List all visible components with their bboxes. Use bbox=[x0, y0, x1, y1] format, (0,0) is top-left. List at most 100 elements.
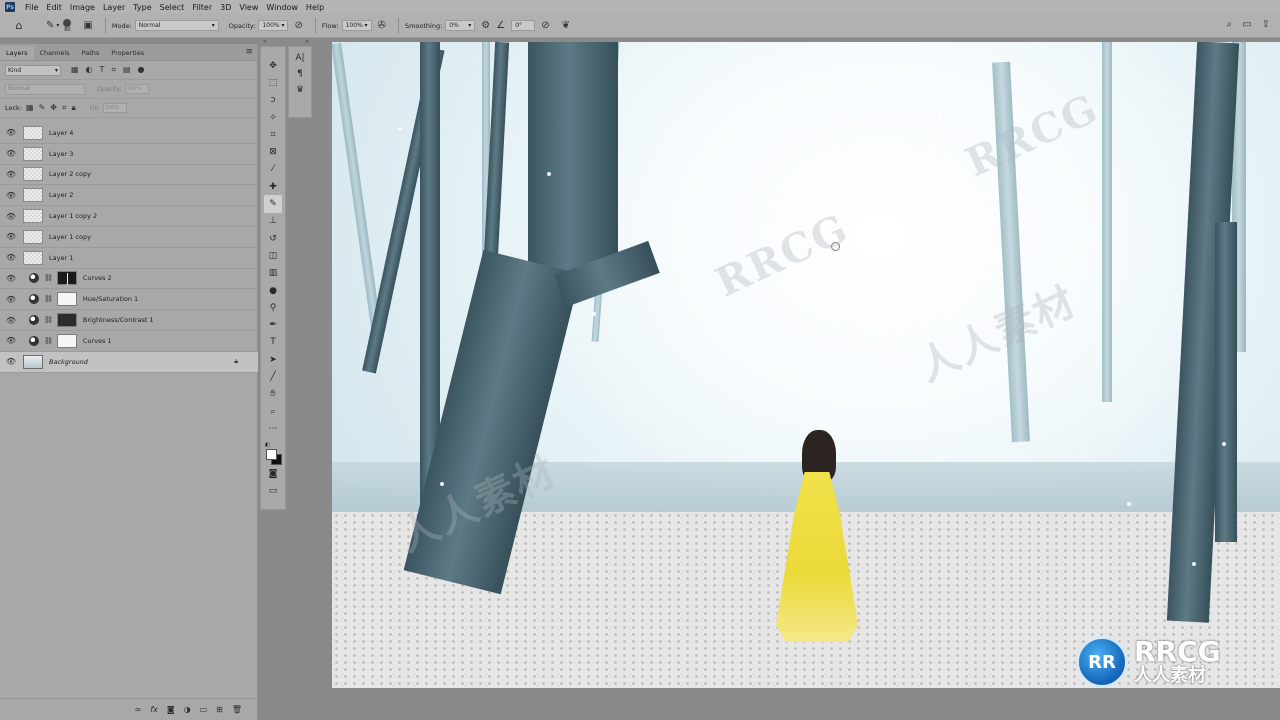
layer-row[interactable]: 👁︎ Background 🔒︎ bbox=[0, 351, 258, 373]
document-canvas[interactable]: RRCG RRCG 人人素材 人人素材 bbox=[332, 42, 1280, 688]
quick-mask-icon[interactable]: ◙ bbox=[264, 466, 282, 483]
brush-preset-picker[interactable]: 80 bbox=[63, 18, 72, 33]
visibility-eye-icon[interactable]: 👁︎ bbox=[5, 253, 17, 262]
blend-mode-select[interactable]: Normal bbox=[5, 83, 85, 95]
menu-select[interactable]: Select bbox=[156, 3, 189, 12]
frame-tool-icon[interactable]: ⊠ bbox=[264, 143, 282, 160]
layer-opacity-field[interactable]: 100% bbox=[124, 84, 149, 94]
character-panel-icon[interactable]: A| bbox=[295, 53, 304, 63]
tab-channels[interactable]: Channels bbox=[34, 46, 76, 60]
mode-select[interactable]: Normal ▾ bbox=[134, 20, 219, 31]
line-tool-icon[interactable]: ╱ bbox=[264, 368, 282, 385]
collapse-left-icon[interactable]: « bbox=[263, 38, 267, 45]
marquee-tool-icon[interactable]: ⬚ bbox=[264, 74, 282, 91]
gear-icon[interactable]: ⚙ bbox=[481, 20, 490, 31]
lock-all-icon[interactable]: 🔒︎ bbox=[72, 103, 76, 113]
more-tools-icon[interactable]: ··· bbox=[264, 420, 282, 437]
pressure-size-icon[interactable]: ⊘ bbox=[541, 20, 549, 31]
smoothing-field[interactable]: 0% ▾ bbox=[445, 20, 476, 31]
layer-row[interactable]: 👁︎ ⛓︎ Hue/Saturation 1 bbox=[0, 289, 258, 311]
workspace-icon[interactable]: ▭ bbox=[1242, 19, 1251, 30]
brush-settings-icon[interactable]: ▣ bbox=[83, 20, 92, 31]
menu-edit[interactable]: Edit bbox=[42, 3, 66, 12]
menu-layer[interactable]: Layer bbox=[99, 3, 129, 12]
path-selection-tool-icon[interactable]: ➤ bbox=[264, 351, 282, 368]
hand-tool-icon[interactable]: ✋︎ bbox=[264, 386, 282, 403]
new-layer-icon[interactable]: ⊞ bbox=[216, 705, 223, 714]
layer-row[interactable]: 👁︎ Layer 4 bbox=[0, 123, 258, 144]
magic-wand-tool-icon[interactable]: ✧ bbox=[264, 109, 282, 126]
lock-position-icon[interactable]: ✥ bbox=[50, 103, 57, 113]
lock-artboard-icon[interactable]: ⌗ bbox=[62, 103, 67, 113]
symmetry-icon[interactable]: ❦ bbox=[562, 20, 570, 31]
kind-filter-select[interactable]: Kind ▾ bbox=[5, 64, 61, 76]
lock-transparent-icon[interactable]: ▦ bbox=[26, 103, 34, 113]
filter-type-icon[interactable]: T bbox=[100, 65, 105, 75]
visibility-eye-icon[interactable]: 👁︎ bbox=[5, 212, 17, 221]
blur-tool-icon[interactable]: ● bbox=[264, 282, 282, 299]
filter-adjustment-icon[interactable]: ◐ bbox=[86, 65, 93, 75]
paragraph-panel-icon[interactable]: ¶ bbox=[297, 69, 303, 79]
angle-field[interactable]: 0° bbox=[511, 20, 536, 31]
pen-tool-icon[interactable]: ✒ bbox=[264, 316, 282, 333]
filter-toggle-icon[interactable]: ● bbox=[138, 65, 145, 75]
tab-layers[interactable]: Layers bbox=[0, 46, 34, 60]
panel-menu-icon[interactable]: ≡ bbox=[245, 47, 253, 57]
layer-row[interactable]: 👁︎ Layer 1 copy bbox=[0, 227, 258, 248]
foreground-color-swatch[interactable] bbox=[266, 448, 277, 460]
layer-row[interactable]: 👁︎ Layer 1 copy 2 bbox=[0, 206, 258, 227]
history-brush-tool-icon[interactable]: ↺ bbox=[264, 230, 282, 247]
type-tool-icon[interactable]: T bbox=[264, 334, 282, 351]
layer-row[interactable]: 👁︎ ⛓︎ Curves 1 bbox=[0, 331, 258, 352]
default-colors-icon[interactable]: ◧ bbox=[265, 442, 270, 448]
crop-tool-icon[interactable]: ⌗ bbox=[264, 126, 282, 143]
visibility-eye-icon[interactable]: 👁︎ bbox=[5, 274, 17, 283]
share-icon[interactable]: ⇪ bbox=[1262, 19, 1270, 30]
visibility-eye-icon[interactable]: 👁︎ bbox=[5, 191, 17, 200]
tab-properties[interactable]: Properties bbox=[105, 46, 150, 60]
mask-link-icon[interactable]: ⛓︎ bbox=[44, 295, 53, 303]
filter-smart-icon[interactable]: ▤ bbox=[123, 65, 131, 75]
menu-image[interactable]: Image bbox=[66, 3, 99, 12]
filter-pixel-icon[interactable]: ▦ bbox=[71, 65, 79, 75]
zoom-tool-icon[interactable]: ⌕ bbox=[264, 403, 282, 420]
menu-view[interactable]: View bbox=[235, 3, 262, 12]
search-icon[interactable]: ⌕ bbox=[1227, 19, 1233, 30]
layer-row[interactable]: 👁︎ Layer 2 bbox=[0, 185, 258, 207]
layer-row[interactable]: 👁︎ ⛓︎ Curves 2 bbox=[0, 269, 258, 290]
filter-shape-icon[interactable]: ⌗ bbox=[111, 65, 116, 75]
screen-mode-icon[interactable]: ▭ bbox=[264, 483, 282, 500]
visibility-eye-icon[interactable]: 👁︎ bbox=[5, 232, 17, 241]
layer-style-icon[interactable]: fx bbox=[150, 705, 158, 714]
opacity-field[interactable]: 100% ▾ bbox=[258, 20, 289, 31]
visibility-eye-icon[interactable]: 👁︎ bbox=[5, 170, 17, 179]
visibility-eye-icon[interactable]: 👁︎ bbox=[5, 295, 17, 304]
layer-mask-thumbnail[interactable] bbox=[56, 292, 77, 307]
layer-row[interactable]: 👁︎ Layer 1 bbox=[0, 248, 258, 269]
tab-paths[interactable]: Paths bbox=[76, 46, 106, 60]
menu-help[interactable]: Help bbox=[302, 3, 328, 12]
delete-layer-icon[interactable]: 🗑︎ bbox=[232, 705, 242, 714]
gradient-tool-icon[interactable]: ▥ bbox=[264, 265, 282, 282]
menu-3d[interactable]: 3D bbox=[216, 3, 235, 12]
flow-field[interactable]: 100% ▾ bbox=[341, 20, 372, 31]
glyphs-panel-icon[interactable]: ♛ bbox=[296, 85, 304, 95]
visibility-eye-icon[interactable]: 👁︎ bbox=[5, 336, 17, 345]
menu-file[interactable]: File bbox=[21, 3, 42, 12]
menu-window[interactable]: Window bbox=[262, 3, 302, 12]
add-mask-icon[interactable]: ◙ bbox=[167, 705, 175, 714]
eyedropper-tool-icon[interactable]: ⁄ bbox=[264, 161, 282, 178]
chevron-down-icon[interactable]: ▾ bbox=[56, 22, 59, 29]
layer-mask-thumbnail[interactable] bbox=[56, 313, 77, 328]
home-icon[interactable]: ⌂ bbox=[12, 19, 26, 33]
new-group-icon[interactable]: ▭ bbox=[200, 705, 208, 714]
menu-filter[interactable]: Filter bbox=[188, 3, 216, 12]
visibility-eye-icon[interactable]: 👁︎ bbox=[5, 357, 17, 366]
layer-mask-thumbnail[interactable] bbox=[56, 271, 77, 286]
lasso-tool-icon[interactable]: ↄ bbox=[264, 92, 282, 109]
mask-link-icon[interactable]: ⛓︎ bbox=[44, 274, 53, 282]
clone-stamp-tool-icon[interactable]: ⊥ bbox=[264, 213, 282, 230]
menu-type[interactable]: Type bbox=[129, 3, 155, 12]
lock-brush-icon[interactable]: ✎ bbox=[39, 103, 46, 113]
collapse-right-icon[interactable]: » bbox=[305, 38, 309, 45]
